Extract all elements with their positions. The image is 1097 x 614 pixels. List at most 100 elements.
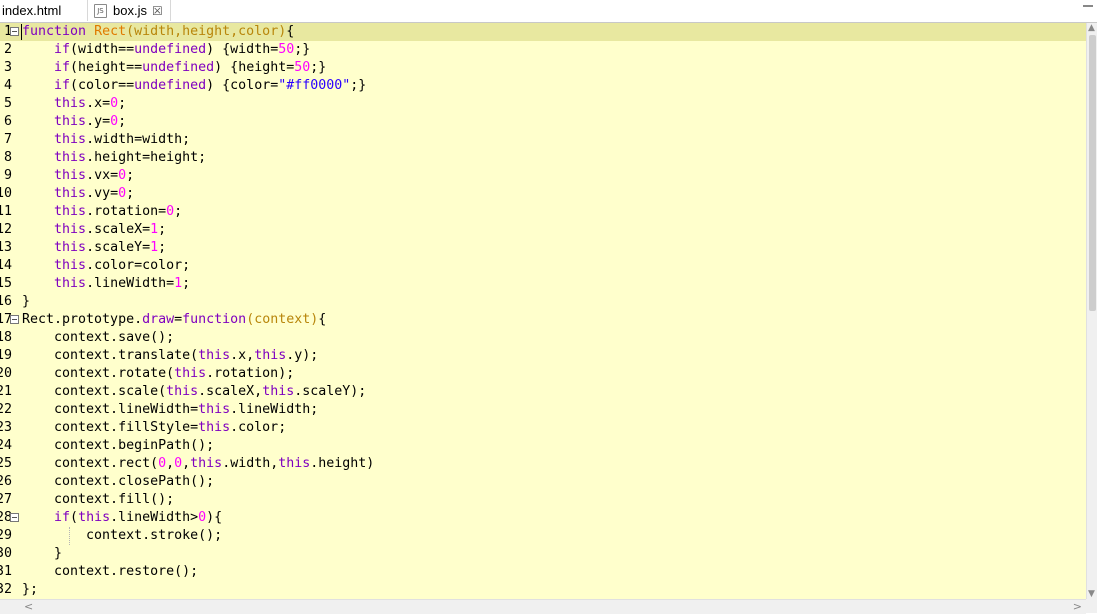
line-number: 11 <box>0 204 12 219</box>
code-line[interactable]: 31 context.restore(); <box>0 563 1086 581</box>
line-number: 22 <box>0 402 12 417</box>
code-text: if(color==undefined) {color="#ff0000";} <box>54 78 367 93</box>
code-line[interactable]: 13 this.scaleY=1; <box>0 239 1086 257</box>
code-text: if(this.lineWidth>0){ <box>54 510 223 525</box>
fold-toggle-icon[interactable] <box>10 315 19 324</box>
code-line[interactable]: 16} <box>0 293 1086 311</box>
line-number: 30 <box>0 546 12 561</box>
code-text: this.width=width; <box>54 132 191 147</box>
code-text: if(height==undefined) {height=50;} <box>54 60 327 75</box>
line-number: 32 <box>0 582 12 597</box>
scroll-up-icon[interactable]: ▲ <box>1088 23 1095 33</box>
code-line[interactable]: 4 if(color==undefined) {color="#ff0000";… <box>0 77 1086 95</box>
code-text: if(width==undefined) {width=50;} <box>54 42 311 57</box>
code-text: context.fill(); <box>22 492 175 507</box>
tab-box-js[interactable]: JS box.js ☒ <box>87 0 171 21</box>
scroll-right-icon[interactable]: > <box>1073 600 1082 613</box>
code-line[interactable]: 7 this.width=width; <box>0 131 1086 149</box>
code-editor[interactable]: 1 function Rect(width,height,color){2 if(… <box>0 23 1086 599</box>
line-number: 7 <box>3 132 12 147</box>
line-number: 19 <box>0 348 12 363</box>
code-line[interactable]: 10 this.vy=0; <box>0 185 1086 203</box>
code-text: context.restore(); <box>22 564 199 579</box>
tab-label: index.html <box>2 3 62 18</box>
code-text: this.vy=0; <box>54 186 135 201</box>
editor-tab-bar: index.html JS box.js ☒ <box>0 0 1097 23</box>
line-number: 25 <box>0 456 12 471</box>
code-line[interactable]: 18 context.save(); <box>0 329 1086 347</box>
line-number: 2 <box>3 42 12 57</box>
code-line[interactable]: 3 if(height==undefined) {height=50;} <box>0 59 1086 77</box>
code-line[interactable]: 12 this.scaleX=1; <box>0 221 1086 239</box>
line-number: 16 <box>0 294 12 309</box>
code-line[interactable]: 11 this.rotation=0; <box>0 203 1086 221</box>
line-number: 14 <box>0 258 12 273</box>
line-number: 13 <box>0 240 12 255</box>
code-line[interactable]: 1 function Rect(width,height,color){ <box>0 23 1086 41</box>
tab-index-html[interactable]: index.html <box>0 0 88 21</box>
code-text: context.stroke(); <box>22 528 223 543</box>
code-text: context.translate(this.x,this.y); <box>22 348 319 363</box>
code-text: this.height=height; <box>54 150 207 165</box>
line-number: 4 <box>3 78 12 93</box>
code-line[interactable]: 6 this.y=0; <box>0 113 1086 131</box>
line-number: 27 <box>0 492 12 507</box>
code-line[interactable]: 27 context.fill(); <box>0 491 1086 509</box>
scroll-down-icon[interactable]: ▼ <box>1088 589 1095 599</box>
code-text: this.lineWidth=1; <box>54 276 191 291</box>
code-text: context.rect(0,0,this.width,this.height) <box>22 456 375 471</box>
js-file-icon: JS <box>94 3 107 18</box>
line-number: 24 <box>0 438 12 453</box>
code-line[interactable]: 28 if(this.lineWidth>0){ <box>0 509 1086 527</box>
scroll-left-icon[interactable]: < <box>24 600 33 613</box>
line-number: 8 <box>3 150 12 165</box>
code-line[interactable]: 21 context.scale(this.scaleX,this.scaleY… <box>0 383 1086 401</box>
code-line[interactable]: 14 this.color=color; <box>0 257 1086 275</box>
line-number: 23 <box>0 420 12 435</box>
line-number: 6 <box>3 114 12 129</box>
code-line[interactable]: 19 context.translate(this.x,this.y); <box>0 347 1086 365</box>
line-number: 21 <box>0 384 12 399</box>
vertical-scroll-thumb[interactable] <box>1089 35 1096 311</box>
code-text: this.x=0; <box>54 96 127 111</box>
code-text: context.beginPath(); <box>22 438 215 453</box>
line-number: 18 <box>0 330 12 345</box>
close-tab-icon[interactable]: ☒ <box>152 4 163 18</box>
code-text: this.scaleX=1; <box>54 222 167 237</box>
line-number: 3 <box>3 60 12 75</box>
code-line[interactable]: 2 if(width==undefined) {width=50;} <box>0 41 1086 59</box>
code-line[interactable]: 5 this.x=0; <box>0 95 1086 113</box>
code-text: context.scale(this.scaleX,this.scaleY); <box>22 384 367 399</box>
code-line[interactable]: 15 this.lineWidth=1; <box>0 275 1086 293</box>
line-number: 5 <box>3 96 12 111</box>
line-number: 31 <box>0 564 12 579</box>
line-number: 20 <box>0 366 12 381</box>
fold-toggle-icon[interactable] <box>10 27 19 36</box>
code-text: } <box>22 546 63 561</box>
code-line[interactable]: 22 context.lineWidth=this.lineWidth; <box>0 401 1086 419</box>
code-line[interactable]: 9 this.vx=0; <box>0 167 1086 185</box>
line-number: 29 <box>0 528 12 543</box>
fold-toggle-icon[interactable] <box>10 513 19 522</box>
horizontal-scrollbar[interactable]: < > <box>0 599 1086 614</box>
code-line[interactable]: 20 context.rotate(this.rotation); <box>0 365 1086 383</box>
line-number: 15 <box>0 276 12 291</box>
code-line[interactable]: 23 context.fillStyle=this.color; <box>0 419 1086 437</box>
code-line[interactable]: 32}; <box>0 581 1086 599</box>
code-text: }; <box>22 582 39 597</box>
code-text: context.fillStyle=this.color; <box>22 420 287 435</box>
code-line[interactable]: 24 context.beginPath(); <box>0 437 1086 455</box>
line-number: 12 <box>0 222 12 237</box>
code-text: } <box>22 294 31 309</box>
vertical-scrollbar[interactable]: ▲ ▼ <box>1086 23 1097 599</box>
code-line[interactable]: 26 context.closePath(); <box>0 473 1086 491</box>
line-number: 10 <box>0 186 12 201</box>
code-line[interactable]: 29 context.stroke(); <box>0 527 1086 545</box>
code-text: this.rotation=0; <box>54 204 183 219</box>
minimize-icon[interactable] <box>1083 2 1093 7</box>
tab-label: box.js <box>113 3 147 18</box>
code-line[interactable]: 25 context.rect(0,0,this.width,this.heig… <box>0 455 1086 473</box>
code-line[interactable]: 17Rect.prototype.draw=function(context){ <box>0 311 1086 329</box>
code-line[interactable]: 8 this.height=height; <box>0 149 1086 167</box>
code-line[interactable]: 30 } <box>0 545 1086 563</box>
